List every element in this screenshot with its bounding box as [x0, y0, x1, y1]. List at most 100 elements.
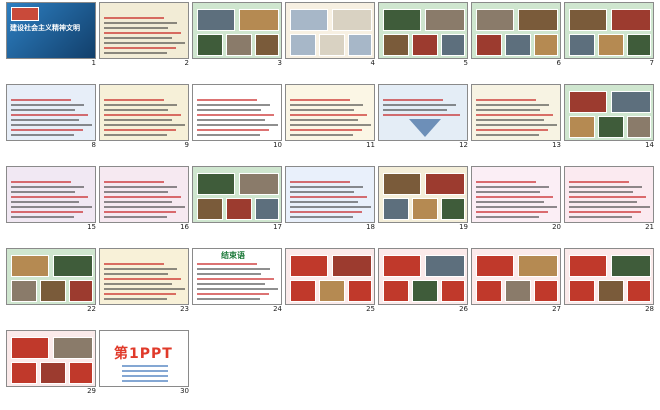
slide-preview[interactable]	[564, 84, 654, 141]
slide-image	[11, 255, 49, 277]
slide-preview[interactable]	[378, 248, 468, 305]
slide-preview[interactable]	[285, 248, 375, 305]
slide-preview[interactable]	[99, 2, 189, 59]
slide-thumbnail-29[interactable]: 29	[6, 330, 98, 397]
slide-number: 2	[184, 59, 189, 67]
slide-thumbnail-1[interactable]: 建设社会主义精神文明 1	[6, 2, 98, 69]
slide-preview[interactable]	[378, 84, 468, 141]
slide-image	[239, 9, 279, 31]
slide-image	[290, 255, 328, 277]
slide-image	[534, 280, 558, 302]
text-line	[290, 191, 354, 193]
slide-image	[53, 255, 93, 277]
slide-image	[425, 255, 465, 277]
text-line	[290, 109, 354, 111]
slide-thumbnail-10[interactable]: 10	[192, 84, 284, 151]
text-line	[569, 206, 650, 208]
slide-image	[319, 280, 345, 302]
text-line	[11, 114, 88, 116]
slide-thumbnail-13[interactable]: 13	[471, 84, 563, 151]
slide-preview[interactable]	[192, 2, 282, 59]
slide-image	[627, 116, 651, 138]
slide-preview[interactable]	[564, 248, 654, 305]
slide-preview[interactable]	[378, 2, 468, 59]
slide-preview[interactable]	[471, 248, 561, 305]
slide-thumbnail-18[interactable]: 18	[285, 166, 377, 233]
slide-preview[interactable]	[192, 84, 282, 141]
slide-image	[569, 116, 595, 138]
slide-image	[53, 337, 93, 359]
slide-preview[interactable]	[99, 84, 189, 141]
slide-thumbnail-6[interactable]: 6	[471, 2, 563, 69]
slide-thumbnail-24[interactable]: 结束语 24	[192, 248, 284, 315]
slide-thumbnail-7[interactable]: 7	[564, 2, 656, 69]
slide-image	[627, 280, 651, 302]
text-line	[569, 181, 629, 183]
text-line	[476, 129, 548, 131]
slide-thumbnail-4[interactable]: 4	[285, 2, 377, 69]
slide-preview[interactable]: 第1PPT	[99, 330, 189, 387]
slide-image	[332, 9, 372, 31]
slide-number: 25	[366, 305, 375, 313]
slide-thumbnail-3[interactable]: 3	[192, 2, 284, 69]
slide-thumbnail-27[interactable]: 27	[471, 248, 563, 315]
text-line	[11, 216, 74, 218]
slide-number: 16	[180, 223, 189, 231]
text-line	[476, 124, 557, 126]
slide-image	[611, 255, 651, 277]
text-line	[104, 298, 167, 300]
slide-preview[interactable]	[99, 248, 189, 305]
slide-preview[interactable]	[285, 166, 375, 223]
text-line	[104, 134, 167, 136]
slide-preview[interactable]	[471, 84, 561, 141]
slide-thumbnail-15[interactable]: 15	[6, 166, 98, 233]
text-line	[290, 186, 363, 188]
slide-thumbnail-30[interactable]: 第1PPT 30	[99, 330, 191, 397]
slide-thumbnail-2[interactable]: 2	[99, 2, 191, 69]
slide-preview[interactable]	[285, 2, 375, 59]
slide-number: 21	[645, 223, 654, 231]
slide-thumbnail-19[interactable]: 19	[378, 166, 470, 233]
slide-preview[interactable]: 建设社会主义精神文明	[6, 2, 96, 59]
slide-preview[interactable]	[192, 166, 282, 223]
slide-image	[441, 280, 465, 302]
slide-preview[interactable]	[564, 2, 654, 59]
text-line	[104, 114, 181, 116]
slide-preview[interactable]	[378, 166, 468, 223]
slide-thumbnail-12[interactable]: 12	[378, 84, 470, 151]
slide-thumbnail-8[interactable]: 8	[6, 84, 98, 151]
slide-preview[interactable]	[471, 166, 561, 223]
slide-thumbnail-23[interactable]: 23	[99, 248, 191, 315]
slide-preview[interactable]	[99, 166, 189, 223]
slide-thumbnail-17[interactable]: 17	[192, 166, 284, 233]
slide-preview[interactable]	[285, 84, 375, 141]
slide-preview[interactable]	[471, 2, 561, 59]
text-line	[104, 278, 181, 280]
text-line	[104, 191, 168, 193]
ppt-logo: 第1PPT	[114, 346, 173, 362]
slide-thumbnail-26[interactable]: 26	[378, 248, 470, 315]
slide-thumbnail-11[interactable]: 11	[285, 84, 377, 151]
slide-thumbnail-21[interactable]: 21	[564, 166, 656, 233]
slide-image	[383, 9, 421, 31]
slide-preview[interactable]	[564, 166, 654, 223]
slide-thumbnail-5[interactable]: 5	[378, 2, 470, 69]
text-line	[197, 129, 269, 131]
slide-thumbnail-22[interactable]: 22	[6, 248, 98, 315]
slide-preview[interactable]	[6, 166, 96, 223]
slide-preview[interactable]	[6, 330, 96, 387]
text-line	[104, 37, 172, 39]
text-line	[569, 201, 637, 203]
slide-preview[interactable]	[6, 248, 96, 305]
slide-preview[interactable]: 结束语	[192, 248, 282, 305]
slide-thumbnail-28[interactable]: 28	[564, 248, 656, 315]
slide-thumbnail-14[interactable]: 14	[564, 84, 656, 151]
slide-thumbnail-9[interactable]: 9	[99, 84, 191, 151]
slide-preview[interactable]	[6, 84, 96, 141]
slide-thumbnail-20[interactable]: 20	[471, 166, 563, 233]
slide-thumbnail-16[interactable]: 16	[99, 166, 191, 233]
slide-image	[569, 280, 595, 302]
text-line	[569, 196, 646, 198]
text-line	[104, 124, 185, 126]
slide-thumbnail-25[interactable]: 25	[285, 248, 377, 315]
